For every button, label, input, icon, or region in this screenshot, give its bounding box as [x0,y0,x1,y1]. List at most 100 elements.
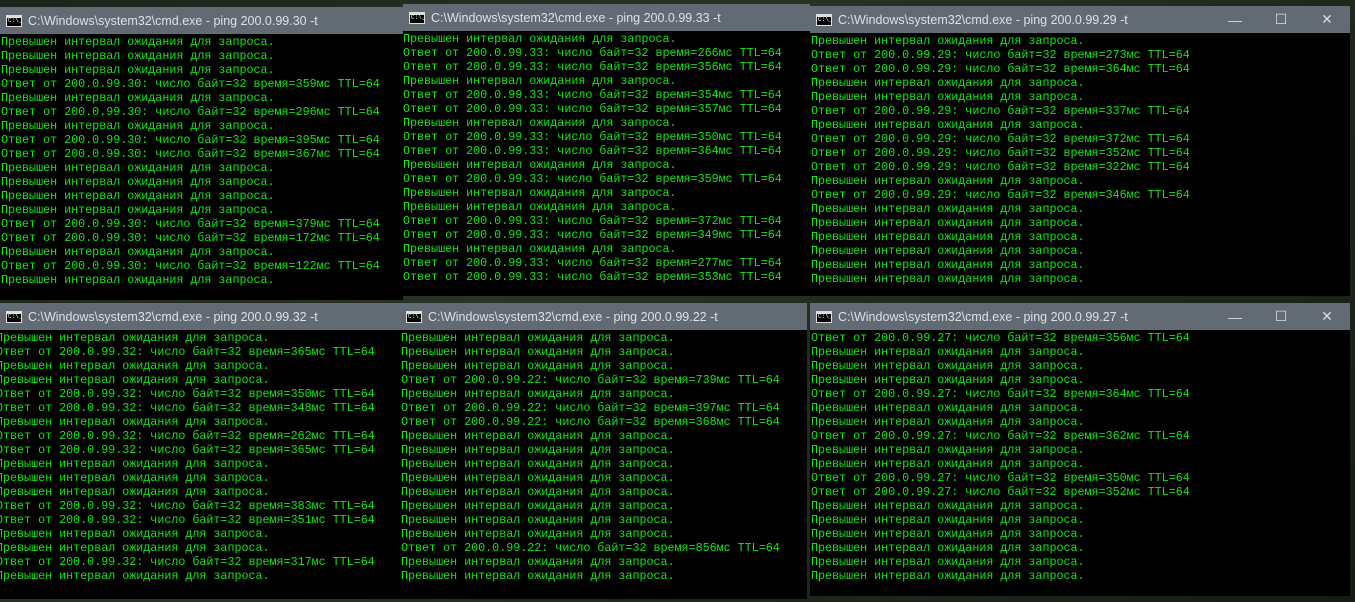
cmd-window-ping-22[interactable]: C:\Windows\system32\cmd.exe - ping 200.0… [400,303,807,599]
console-line: Превышен интервал ожидания для запроса. [811,258,1085,272]
console-line: Ответ от 200.0.99.33: число байт=32 врем… [403,102,782,116]
console-output[interactable]: Превышен интервал ожидания для запроса. П… [400,330,807,599]
console-line: Превышен интервал ожидания для запроса. [401,555,675,569]
close-button[interactable]: ✕ [1304,303,1350,330]
title-bar[interactable]: C:\Windows\system32\cmd.exe - ping 200.0… [810,6,1350,33]
console-line: Превышен интервал ожидания для запроса. [811,216,1085,230]
cmd-icon [816,13,832,26]
console-line: Ответ от 200.0.99.22: число байт=32 врем… [401,415,780,429]
console-line: Превышен интервал ожидания для запроса. [811,373,1085,387]
console-output[interactable]: Превышен интервал ожидания для запроса. П… [0,34,403,300]
console-line: Ответ от 200.0.99.30: число байт=32 врем… [1,217,380,231]
console-line: Ответ от 200.0.99.33: число байт=32 врем… [403,88,782,102]
console-line: Ответ от 200.0.99.30: число байт=32 врем… [1,147,380,161]
cmd-window-ping-29[interactable]: C:\Windows\system32\cmd.exe - ping 200.0… [810,6,1350,296]
console-line: Превышен интервал ожидания для запроса. [0,373,270,387]
cmd-window-ping-33[interactable]: C:\Windows\system32\cmd.exe - ping 200.0… [403,4,810,296]
console-line: Ответ от 200.0.99.27: число байт=32 врем… [811,485,1190,499]
title-bar[interactable]: C:\Windows\system32\cmd.exe - ping 200.0… [403,4,810,31]
console-line: Превышен интервал ожидания для запроса. [811,569,1085,583]
maximize-button[interactable]: ☐ [1258,6,1304,33]
console-line: Ответ от 200.0.99.33: число байт=32 врем… [403,144,782,158]
cmd-window-ping-32[interactable]: C:\Windows\system32\cmd.exe - ping 200.0… [0,303,400,599]
console-line: Ответ от 200.0.99.29: число байт=32 врем… [811,160,1190,174]
console-line: Ответ от 200.0.99.32: число байт=32 врем… [0,387,375,401]
cmd-window-ping-27[interactable]: C:\Windows\system32\cmd.exe - ping 200.0… [810,303,1350,596]
console-output[interactable]: Превышен интервал ожидания для запроса. О… [810,33,1350,296]
console-line: Превышен интервал ожидания для запроса. [401,457,675,471]
console-line: Ответ от 200.0.99.30: число байт=32 врем… [1,259,380,273]
console-line: Превышен интервал ожидания для запроса. [1,91,275,105]
console-line: Ответ от 200.0.99.29: число байт=32 врем… [811,188,1190,202]
console-line: Ответ от 200.0.99.32: число байт=32 врем… [0,429,375,443]
window-title: C:\Windows\system32\cmd.exe - ping 200.0… [28,13,318,28]
title-bar[interactable]: C:\Windows\system32\cmd.exe - ping 200.0… [810,303,1350,330]
console-line: Превышен интервал ожидания для запроса. [1,245,275,259]
console-line: Превышен интервал ожидания для запроса. [401,527,675,541]
console-line: Превышен интервал ожидания для запроса. [1,49,275,63]
console-output[interactable]: Превышен интервал ожидания для запроса. О… [0,330,400,599]
console-line: Превышен интервал ожидания для запроса. [811,541,1085,555]
console-line: Превышен интервал ожидания для запроса. [811,527,1085,541]
console-line: Ответ от 200.0.99.32: число байт=32 врем… [0,443,375,457]
close-button[interactable]: ✕ [1304,6,1350,33]
console-line: Превышен интервал ожидания для запроса. [401,513,675,527]
console-line: Превышен интервал ожидания для запроса. [401,359,675,373]
minimize-button[interactable]: — [1212,303,1258,330]
console-line: Ответ от 200.0.99.29: число байт=32 врем… [811,62,1190,76]
console-line: Ответ от 200.0.99.33: число байт=32 врем… [403,270,782,284]
console-output[interactable]: Ответ от 200.0.99.27: число байт=32 врем… [810,330,1350,596]
console-line: Превышен интервал ожидания для запроса. [1,203,275,217]
console-line: Ответ от 200.0.99.30: число байт=32 врем… [1,231,380,245]
console-line: Превышен интервал ожидания для запроса. [1,161,275,175]
console-line: Ответ от 200.0.99.27: число байт=32 врем… [811,387,1190,401]
console-line: Превышен интервал ожидания для запроса. [1,189,275,203]
console-line: Ответ от 200.0.99.33: число байт=32 врем… [403,256,782,270]
console-line: Превышен интервал ожидания для запроса. [0,471,270,485]
console-line: Превышен интервал ожидания для запроса. [1,119,275,133]
console-line: Превышен интервал ожидания для запроса. [0,527,270,541]
console-line: Превышен интервал ожидания для запроса. [403,200,677,214]
console-line: Ответ от 200.0.99.30: число байт=32 врем… [1,77,380,91]
console-line: Ответ от 200.0.99.30: число байт=32 врем… [1,133,380,147]
console-line: Превышен интервал ожидания для запроса. [401,345,675,359]
console-line: Превышен интервал ожидания для запроса. [811,90,1085,104]
console-line: Превышен интервал ожидания для запроса. [1,35,275,49]
console-line: Превышен интервал ожидания для запроса. [0,569,270,583]
console-line: Превышен интервал ожидания для запроса. [811,202,1085,216]
maximize-button[interactable]: ☐ [1258,303,1304,330]
console-line: Превышен интервал ожидания для запроса. [403,32,677,46]
console-line: Превышен интервал ожидания для запроса. [401,569,675,583]
title-bar[interactable]: C:\Windows\system32\cmd.exe - ping 200.0… [0,7,403,34]
cmd-icon [816,310,832,323]
window-title: C:\Windows\system32\cmd.exe - ping 200.0… [431,10,721,25]
window-title: C:\Windows\system32\cmd.exe - ping 200.0… [838,12,1128,27]
console-line: Ответ от 200.0.99.33: число байт=32 врем… [403,172,782,186]
cmd-icon [406,310,422,323]
title-bar[interactable]: C:\Windows\system32\cmd.exe - ping 200.0… [0,303,400,330]
console-line: Превышен интервал ожидания для запроса. [811,174,1085,188]
title-bar[interactable]: C:\Windows\system32\cmd.exe - ping 200.0… [400,303,807,330]
console-line: Превышен интервал ожидания для запроса. [0,457,270,471]
console-output[interactable]: Превышен интервал ожидания для запроса. О… [403,31,810,296]
console-line: Превышен интервал ожидания для запроса. [811,359,1085,373]
cmd-window-ping-30[interactable]: C:\Windows\system32\cmd.exe - ping 200.0… [0,7,403,300]
console-line: Превышен интервал ожидания для запроса. [0,331,270,345]
console-line: Ответ от 200.0.99.32: число байт=32 врем… [0,401,375,415]
console-line: Превышен интервал ожидания для запроса. [403,116,677,130]
console-line: Превышен интервал ожидания для запроса. [811,443,1085,457]
console-line: Превышен интервал ожидания для запроса. [401,387,675,401]
console-line: Превышен интервал ожидания для запроса. [811,76,1085,90]
minimize-button[interactable]: — [1212,6,1258,33]
console-line: Превышен интервал ожидания для запроса. [811,457,1085,471]
console-line: Ответ от 200.0.99.33: число байт=32 врем… [403,130,782,144]
console-line: Превышен интервал ожидания для запроса. [0,359,270,373]
console-line: Превышен интервал ожидания для запроса. [403,74,677,88]
console-line: Ответ от 200.0.99.29: число байт=32 врем… [811,146,1190,160]
console-line: Превышен интервал ожидания для запроса. [811,513,1085,527]
console-line: Превышен интервал ожидания для запроса. [403,158,677,172]
console-line: Ответ от 200.0.99.33: число байт=32 врем… [403,60,782,74]
window-title: C:\Windows\system32\cmd.exe - ping 200.0… [838,309,1128,324]
console-line: Превышен интервал ожидания для запроса. [403,186,677,200]
console-line: Превышен интервал ожидания для запроса. [403,242,677,256]
